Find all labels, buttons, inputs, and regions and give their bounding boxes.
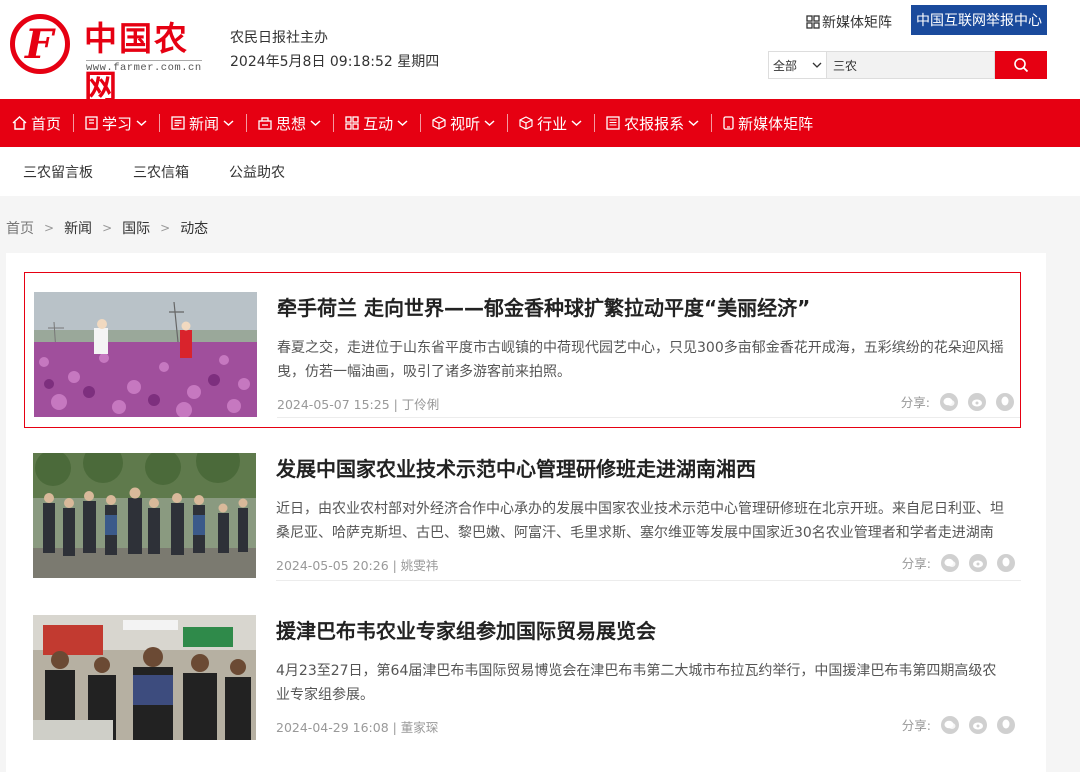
main-nav: 首页 学习 新闻 思想 互动 视听 行业 农报报系 新媒体矩阵 [0, 99, 1080, 147]
news-icon [171, 116, 185, 130]
grid-icon [345, 116, 359, 130]
site-logo[interactable]: F 中国农网 www.farmer.com.cn [10, 12, 210, 106]
nav-label: 农报报系 [624, 114, 685, 133]
article-title[interactable]: 发展中国家农业技术示范中心管理研修班走进湖南湘西 [276, 453, 756, 482]
nav-label: 新闻 [189, 114, 220, 133]
sub-nav: 三农留言板 三农信箱 公益助农 [0, 147, 1080, 196]
breadcrumb-home[interactable]: 首页 [6, 218, 34, 238]
nav-label: 行业 [537, 114, 568, 133]
logo-url: www.farmer.com.cn [86, 60, 202, 74]
chevron-down-icon [688, 120, 699, 127]
article-title[interactable]: 牵手荷兰 走向世界——郁金香种球扩繁拉动平度“美丽经济” [277, 292, 810, 321]
article-thumbnail[interactable] [34, 292, 257, 417]
breadcrumb-news[interactable]: 新闻 [64, 218, 92, 238]
breadcrumb-international[interactable]: 国际 [122, 218, 150, 238]
paper-icon [606, 116, 620, 130]
phone-icon [723, 116, 734, 130]
cube-icon [432, 116, 446, 130]
nav-item-thought[interactable]: 思想 [246, 99, 333, 147]
thought-icon [258, 117, 272, 130]
item-divider [276, 580, 1021, 581]
chevron-down-icon [484, 120, 495, 127]
share-label: 分享: [901, 718, 931, 733]
report-center-button[interactable]: 中国互联网举报中心 [911, 5, 1047, 35]
qq-share-icon[interactable] [997, 553, 1015, 572]
current-datetime: 2024年5月8日 09:18:52 星期四 [230, 54, 440, 70]
article-summary: 4月23至27日，第64届津巴布韦国际贸易博览会在津巴布韦第二大城市布拉瓦约举行… [276, 663, 997, 703]
chevron-down-icon [812, 62, 822, 68]
home-icon [12, 116, 27, 130]
article-summary: 近日，由农业农村部对外经济合作中心承办的发展中国家农业技术示范中心管理研修班在北… [276, 501, 1004, 541]
search-scope-value: 全部 [773, 58, 798, 73]
weibo-share-icon[interactable] [968, 392, 986, 411]
search-input[interactable]: 三农 [826, 51, 995, 79]
breadcrumb-separator-icon: > [102, 221, 113, 235]
search-button[interactable] [995, 51, 1047, 79]
article-title[interactable]: 援津巴布韦农业专家组参加国际贸易展览会 [276, 615, 656, 644]
search-scope-select[interactable]: 全部 [768, 51, 826, 79]
article-thumbnail[interactable] [33, 453, 256, 578]
article-meta: 2024-05-05 20:26 | 姚雯祎 [276, 558, 439, 573]
article-item[interactable]: 发展中国家农业技术示范中心管理研修班走进湖南湘西 近日，由农业农村部对外经济合作… [24, 434, 1021, 590]
chevron-down-icon [397, 120, 408, 127]
breadcrumb: 首页 > 新闻 > 国际 > 动态 [6, 218, 208, 238]
search-icon [1014, 58, 1029, 73]
breadcrumb-separator-icon: > [44, 221, 55, 235]
nav-item-news[interactable]: 新闻 [159, 99, 246, 147]
share-label: 分享: [901, 556, 931, 571]
article-summary: 春夏之交，走进位于山东省平度市古岘镇的中荷现代园艺中心，只见300多亩郁金香花开… [277, 340, 1004, 380]
nav-label: 思想 [276, 114, 307, 133]
subnav-item-charity[interactable]: 公益助农 [229, 162, 285, 182]
nav-label: 新媒体矩阵 [738, 114, 814, 133]
chevron-down-icon [136, 120, 147, 127]
logo-mark-icon: F [10, 14, 70, 74]
nav-label: 首页 [31, 114, 62, 133]
wechat-share-icon[interactable] [941, 715, 959, 734]
weibo-share-icon[interactable] [969, 553, 987, 572]
subnav-item-mailbox[interactable]: 三农信箱 [133, 162, 189, 182]
share-bar: 分享: [902, 553, 1015, 572]
site-header: F 中国农网 www.farmer.com.cn 农民日报社主办 2024年5月… [0, 0, 1080, 106]
qq-share-icon[interactable] [997, 715, 1015, 734]
box-icon [519, 116, 533, 130]
nav-item-audiovisual[interactable]: 视听 [420, 99, 507, 147]
nav-item-home[interactable]: 首页 [0, 99, 73, 147]
nav-item-interact[interactable]: 互动 [333, 99, 420, 147]
book-icon [85, 116, 98, 130]
breadcrumb-current: 动态 [180, 221, 209, 237]
qq-share-icon[interactable] [996, 392, 1014, 411]
nav-label: 视听 [450, 114, 481, 133]
wechat-share-icon[interactable] [941, 553, 959, 572]
chevron-down-icon [310, 120, 321, 127]
breadcrumb-separator-icon: > [160, 221, 171, 235]
search-bar: 全部 三农 [768, 51, 1047, 79]
new-media-matrix-link[interactable]: 新媒体矩阵 [806, 12, 892, 32]
item-divider [277, 417, 1020, 418]
article-list: 牵手荷兰 走向世界——郁金香种球扩繁拉动平度“美丽经济” 春夏之交，走进位于山东… [6, 253, 1046, 772]
organizer-text: 农民日报社主办 [230, 30, 328, 46]
nav-item-newspaper-group[interactable]: 农报报系 [594, 99, 711, 147]
nav-label: 互动 [363, 114, 394, 133]
nav-item-new-media[interactable]: 新媒体矩阵 [711, 99, 825, 147]
nav-label: 学习 [102, 114, 133, 133]
chevron-down-icon [223, 120, 234, 127]
new-media-matrix-label: 新媒体矩阵 [822, 15, 892, 31]
share-bar: 分享: [902, 715, 1015, 734]
nav-item-study[interactable]: 学习 [73, 99, 159, 147]
chevron-down-icon [571, 120, 582, 127]
article-meta: 2024-05-07 15:25 | 丁伶俐 [277, 397, 440, 412]
article-meta: 2024-04-29 16:08 | 董家琛 [276, 720, 439, 735]
subnav-item-message-board[interactable]: 三农留言板 [23, 162, 93, 182]
grid-icon [806, 15, 820, 29]
wechat-share-icon[interactable] [940, 392, 958, 411]
article-thumbnail[interactable] [33, 615, 256, 740]
article-item[interactable]: 援津巴布韦农业专家组参加国际贸易展览会 4月23至27日，第64届津巴布韦国际贸… [24, 596, 1021, 752]
weibo-share-icon[interactable] [969, 715, 987, 734]
share-label: 分享: [900, 395, 930, 410]
share-bar: 分享: [901, 392, 1014, 411]
nav-item-industry[interactable]: 行业 [507, 99, 594, 147]
article-item[interactable]: 牵手荷兰 走向世界——郁金香种球扩繁拉动平度“美丽经济” 春夏之交，走进位于山东… [24, 272, 1021, 428]
